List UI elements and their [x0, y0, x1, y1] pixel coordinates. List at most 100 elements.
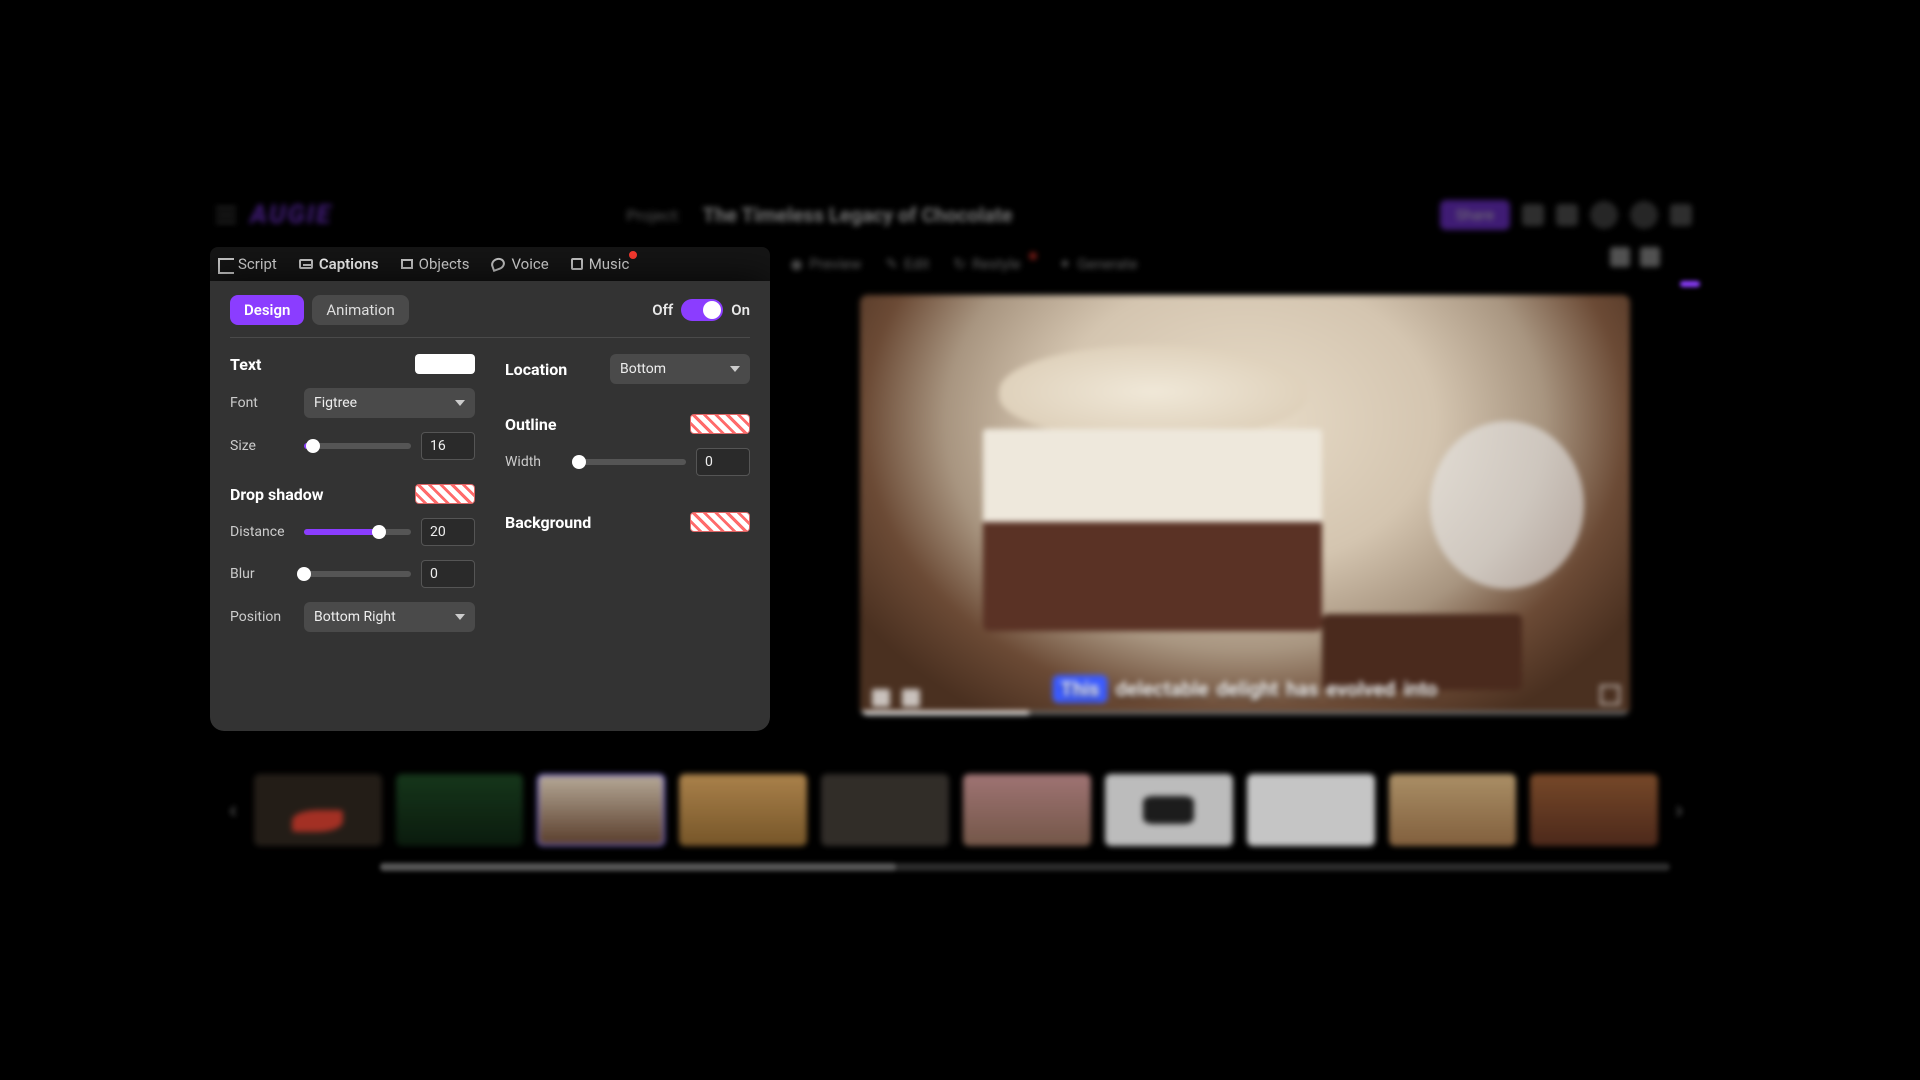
font-select[interactable]: Figtree	[304, 388, 475, 418]
redo-icon[interactable]	[1556, 204, 1578, 226]
tab-script[interactable]: Script	[218, 255, 277, 273]
dropshadow-color-swatch[interactable]	[415, 484, 475, 504]
preview-action-icon[interactable]	[1640, 247, 1660, 267]
preview-tab-indicator	[1680, 281, 1700, 287]
timeline-next[interactable]: ›	[1672, 790, 1686, 830]
clip-thumb[interactable]	[821, 774, 949, 846]
toggle-label-on: On	[731, 301, 750, 319]
tab-label: Script	[238, 255, 277, 273]
section-background-title: Background	[505, 513, 591, 532]
avatar[interactable]	[1630, 201, 1658, 229]
tab-captions[interactable]: Captions	[299, 255, 379, 273]
size-label: Size	[230, 438, 294, 454]
section-location-title: Location	[505, 360, 567, 379]
pill-animation[interactable]: Animation	[312, 295, 408, 325]
caption-word-active: This	[1053, 675, 1108, 703]
preview-tab-edit[interactable]: ✎ Edit	[886, 255, 930, 273]
preview-tab-generate[interactable]: ✦ Generate	[1059, 255, 1138, 273]
play-icon[interactable]	[872, 689, 890, 707]
size-input[interactable]	[421, 432, 475, 460]
voice-icon	[490, 256, 507, 272]
captions-toggle[interactable]	[681, 299, 723, 321]
editor-tabs: Script Captions Objects Voice Music	[210, 247, 770, 281]
app-header: AUGIE Project: The Timeless Legacy of Ch…	[210, 195, 1710, 235]
preview-action-icon[interactable]	[1610, 247, 1630, 267]
distance-label: Distance	[230, 524, 294, 540]
music-icon	[571, 258, 583, 270]
caption-word: delectable	[1115, 677, 1208, 701]
help-icon[interactable]	[1590, 201, 1618, 229]
outline-width-input[interactable]	[696, 448, 750, 476]
toggle-label-off: Off	[652, 301, 673, 319]
tab-objects[interactable]: Objects	[401, 255, 470, 273]
caption-word: delight	[1217, 677, 1279, 701]
pill-design[interactable]: Design	[230, 295, 304, 325]
position-value: Bottom Right	[314, 609, 396, 625]
distance-slider[interactable]	[304, 529, 411, 535]
blur-input[interactable]	[421, 560, 475, 588]
caption-word: has	[1286, 677, 1318, 701]
fullscreen-icon[interactable]	[1600, 685, 1620, 705]
width-label: Width	[505, 454, 569, 470]
distance-input[interactable]	[421, 518, 475, 546]
preview-tab-preview[interactable]: ◉ Preview	[790, 255, 862, 273]
clip-thumb[interactable]	[1389, 774, 1517, 846]
location-select[interactable]: Bottom	[610, 354, 750, 384]
size-slider[interactable]	[304, 443, 411, 449]
chevron-down-icon	[455, 400, 465, 406]
timeline-prev[interactable]: ‹	[226, 790, 240, 830]
clip-thumb[interactable]	[1247, 774, 1375, 846]
preview-tabs: ◉ Preview ✎ Edit ↻ Restyle ✦ Generate	[790, 247, 1137, 281]
blur-slider[interactable]	[304, 571, 411, 577]
clip-thumb[interactable]	[1530, 774, 1658, 846]
clip-thumb-selected[interactable]	[537, 774, 665, 846]
preview-frame	[860, 295, 1630, 715]
caption-word: into	[1403, 677, 1437, 701]
volume-icon[interactable]	[902, 689, 920, 707]
notification-dot	[629, 251, 637, 259]
captions-icon	[299, 259, 313, 269]
blur-label: Blur	[230, 566, 294, 582]
tab-voice[interactable]: Voice	[491, 255, 548, 273]
clip-thumb[interactable]	[1105, 774, 1233, 846]
settings-icon[interactable]	[1670, 204, 1692, 226]
section-outline-title: Outline	[505, 415, 556, 434]
design-animation-switch: Design Animation	[230, 295, 409, 325]
app-logo: AUGIE	[250, 200, 332, 230]
clip-timeline: ‹ ›	[226, 765, 1686, 855]
font-value: Figtree	[314, 395, 357, 411]
chevron-down-icon	[455, 614, 465, 620]
captions-design-panel: Design Animation Off On Text Font Figtre	[210, 281, 770, 731]
font-label: Font	[230, 395, 294, 411]
position-label: Position	[230, 609, 294, 625]
location-value: Bottom	[620, 361, 666, 377]
clip-thumb[interactable]	[396, 774, 524, 846]
tab-label: Music	[589, 255, 630, 273]
tab-music[interactable]: Music	[571, 255, 630, 273]
tab-label: Objects	[419, 255, 470, 273]
outline-width-slider[interactable]	[579, 459, 686, 465]
section-dropshadow-title: Drop shadow	[230, 485, 324, 504]
outline-color-swatch[interactable]	[690, 414, 750, 434]
clip-thumb[interactable]	[254, 774, 382, 846]
tab-label: Captions	[319, 255, 379, 273]
script-icon	[218, 258, 232, 270]
clip-thumb[interactable]	[963, 774, 1091, 846]
menu-icon[interactable]	[216, 207, 236, 223]
text-color-swatch[interactable]	[415, 354, 475, 374]
undo-icon[interactable]	[1522, 204, 1544, 226]
project-title: The Timeless Legacy of Chocolate	[703, 203, 1013, 227]
preview-progress[interactable]	[860, 711, 1630, 715]
position-select[interactable]: Bottom Right	[304, 602, 475, 632]
background-color-swatch[interactable]	[690, 512, 750, 532]
clip-thumb[interactable]	[679, 774, 807, 846]
objects-icon	[401, 259, 413, 269]
share-button[interactable]: Share	[1440, 200, 1510, 230]
tab-label: Voice	[511, 255, 548, 273]
preview-tab-restyle[interactable]: ↻ Restyle	[953, 255, 1034, 273]
video-preview: This delectable delight has evolved into	[860, 295, 1630, 715]
section-text-title: Text	[230, 355, 261, 374]
caption-overlay: This delectable delight has evolved into	[1053, 675, 1438, 703]
caption-word: evolved	[1326, 677, 1395, 701]
timeline-scrollbar[interactable]	[380, 863, 1670, 871]
